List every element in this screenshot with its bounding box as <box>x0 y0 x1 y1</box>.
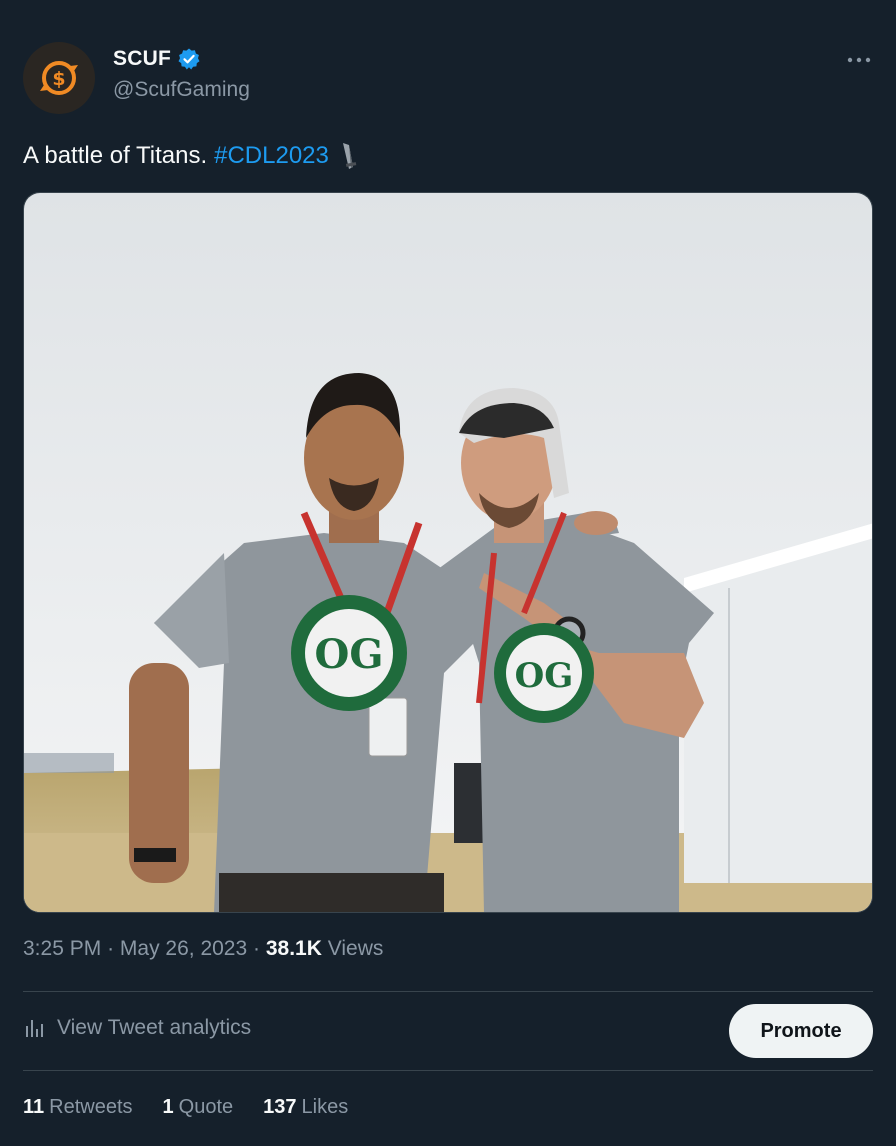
tweet-meta: 3:25 PM · May 26, 2023 · 38.1K Views <box>23 937 383 961</box>
analytics-bars-icon <box>26 1020 43 1037</box>
author-avatar[interactable]: $ <box>23 42 95 114</box>
retweets-count: 11 <box>23 1096 45 1118</box>
divider <box>23 1070 873 1071</box>
likes-count: 137 <box>263 1096 297 1118</box>
views-label: Views <box>327 937 384 960</box>
tweet-photo[interactable]: OG OG <box>23 192 873 913</box>
quotes-label: Quote <box>178 1096 234 1118</box>
view-analytics-label: View Tweet analytics <box>57 1016 252 1039</box>
scuf-logo-icon: $ <box>40 61 78 95</box>
svg-text:OG: OG <box>515 656 574 696</box>
engagement-stats: 11 Retweets 1 Quote 137 Likes <box>23 1096 348 1119</box>
svg-text:$: $ <box>52 68 65 90</box>
tweet-date[interactable]: May 26, 2023 <box>120 937 247 960</box>
hashtag-link[interactable]: #CDL2023 <box>214 140 329 172</box>
author-handle[interactable]: @ScufGaming <box>113 78 250 102</box>
author-display-name[interactable]: SCUF <box>113 47 171 71</box>
more-options-icon[interactable] <box>843 50 875 70</box>
svg-text:OG: OG <box>314 631 383 678</box>
verified-badge-icon <box>178 48 200 70</box>
sword-emoji-icon <box>342 143 357 169</box>
tweet-time[interactable]: 3:25 PM <box>23 937 101 960</box>
quotes-stat[interactable]: 1 Quote <box>163 1096 234 1119</box>
likes-stat[interactable]: 137 Likes <box>263 1096 348 1119</box>
divider <box>23 991 873 992</box>
meta-separator: · <box>107 937 115 960</box>
tweet-text: A battle of Titans. #CDL2023 <box>23 140 359 172</box>
view-analytics-link[interactable]: View Tweet analytics <box>23 1016 251 1040</box>
retweets-label: Retweets <box>49 1096 133 1118</box>
likes-label: Likes <box>301 1096 349 1118</box>
author-name-row[interactable]: SCUF <box>113 47 201 71</box>
promote-button[interactable]: Promote <box>729 1004 873 1058</box>
retweets-stat[interactable]: 11 Retweets <box>23 1096 133 1119</box>
quotes-count: 1 <box>162 1096 174 1118</box>
tweet-body: A battle of Titans. <box>23 142 208 169</box>
views-count: 38.1K <box>265 937 322 960</box>
meta-separator: · <box>253 937 261 960</box>
